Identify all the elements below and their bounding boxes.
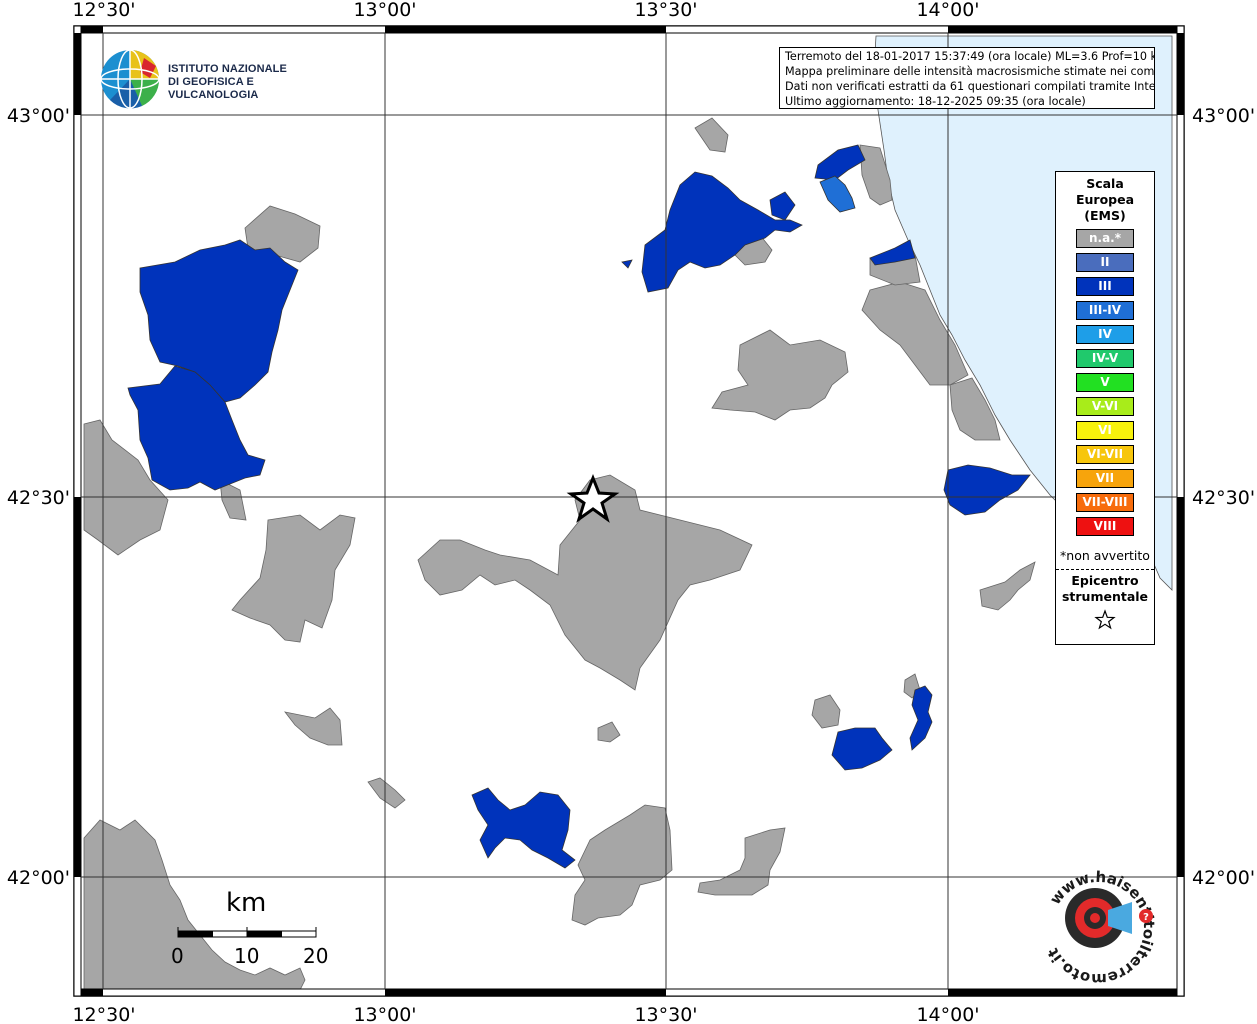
legend-title: Scala Europea (EMS)	[1056, 176, 1154, 224]
area-southeast-1	[811, 694, 841, 729]
legend-separator	[1056, 569, 1154, 570]
area-east-south	[979, 561, 1036, 611]
lon-label-bottom-1: 12°30'	[72, 1004, 135, 1024]
lat-label-right-1: 43°00'	[1192, 105, 1255, 127]
area-east-central	[711, 329, 849, 421]
legend-item-vi-vii: VI-VII	[1076, 445, 1134, 464]
area-south-1	[284, 707, 343, 746]
legend-star-icon	[1056, 609, 1154, 635]
globe-icon	[100, 49, 160, 109]
scale-bar	[177, 927, 317, 938]
lon-label-top-4: 14°00'	[916, 0, 979, 21]
scale-unit: km	[226, 888, 267, 918]
lon-label-bottom-2: 13°00'	[353, 1004, 416, 1024]
lon-label-top-2: 13°00'	[353, 0, 416, 21]
scale-tick-0: 0	[171, 944, 184, 968]
haisentito-logo[interactable]: www.haisentitoilterremoto.it ?	[1032, 858, 1164, 990]
area-iii-iv-coast	[819, 175, 856, 213]
legend-item-viii: VIII	[1076, 517, 1134, 536]
institute-line1: ISTITUTO NAZIONALE	[168, 63, 287, 75]
legend-epi-line1: Epicentro	[1071, 573, 1139, 588]
lat-label-left-2: 42°30'	[7, 487, 70, 509]
legend-item-vii-viii: VII-VIII	[1076, 493, 1134, 512]
lat-label-left-3: 42°00'	[7, 867, 70, 889]
info-line-1: Terremoto del 18-01-2017 15:37:49 (ora l…	[785, 50, 1155, 63]
area-iii-south	[471, 787, 576, 869]
legend-item-vii: VII	[1076, 469, 1134, 488]
legend-item-ii: II	[1076, 253, 1134, 272]
area-south-3	[597, 721, 621, 743]
lat-label-right-3: 42°00'	[1192, 867, 1255, 889]
area-southwest	[83, 819, 306, 991]
area-iii-east	[943, 464, 1031, 516]
legend-epi-line2: strumentale	[1061, 589, 1149, 604]
legend-epicenter: Epicentro strumentale	[1056, 573, 1154, 605]
legend-item-v-vi: V-VI	[1076, 397, 1134, 416]
legend-items: n.a.* II III III-IV IV IV-V V V-VI VI VI-VII VII VI…	[1056, 229, 1154, 536]
info-line-3: Dati non verificati estratti da 61 quest…	[785, 80, 1155, 93]
legend-title-line2: Europea	[1075, 192, 1135, 207]
info-box: Terremoto del 18-01-2017 15:37:49 (ora l…	[779, 47, 1155, 109]
area-south-east-3	[697, 827, 786, 896]
legend-item-vi: VI	[1076, 421, 1134, 440]
ingv-logo: ISTITUTO NAZIONALE DI GEOFISICA E VULCAN…	[100, 48, 320, 110]
area-iii-north-right	[769, 191, 796, 221]
area-northeast-small	[694, 117, 729, 153]
info-line-4: Ultimo aggiornamento: 18-12-2025 09:35 (…	[785, 95, 1086, 108]
legend-title-line1: Scala	[1086, 176, 1124, 191]
legend-item-n-a-: n.a.*	[1076, 229, 1134, 248]
legend-item-v: V	[1076, 373, 1134, 392]
institute-line2: DI GEOFISICA E VULCANOLOGIA	[168, 76, 259, 101]
legend-item-iv: IV	[1076, 325, 1134, 344]
lon-label-top-1: 12°30'	[72, 0, 135, 21]
scale-tick-10: 10	[234, 944, 260, 968]
area-iii-southeast	[831, 727, 893, 771]
legend-item-iv-v: IV-V	[1076, 349, 1134, 368]
area-south-2	[367, 777, 406, 809]
area-iii-north-tip	[621, 259, 633, 269]
legend: Scala Europea (EMS) n.a.* II III III-IV IV IV…	[1055, 171, 1155, 645]
area-west-central	[231, 514, 356, 643]
scale-tick-20: 20	[303, 944, 329, 968]
area-iii-west-north	[139, 239, 299, 403]
legend-note: *non avvertito	[1060, 548, 1150, 563]
lat-label-right-2: 42°30'	[1192, 487, 1255, 509]
lon-label-top-3: 13°30'	[634, 0, 697, 21]
area-iii-coast	[814, 144, 866, 181]
lon-label-bottom-3: 13°30'	[634, 1004, 697, 1024]
institute-name: ISTITUTO NAZIONALE DI GEOFISICA E VULCAN…	[168, 63, 320, 102]
legend-item-iii-iv: III-IV	[1076, 301, 1134, 320]
info-line-2: Mappa preliminare delle intensità macros…	[785, 65, 1155, 78]
legend-title-line3: (EMS)	[1084, 208, 1126, 223]
svg-text:?: ?	[1143, 912, 1149, 923]
area-south-central	[571, 804, 673, 926]
legend-item-iii: III	[1076, 277, 1134, 296]
lon-label-bottom-4: 14°00'	[916, 1004, 979, 1024]
lat-label-left-1: 43°00'	[7, 105, 70, 127]
